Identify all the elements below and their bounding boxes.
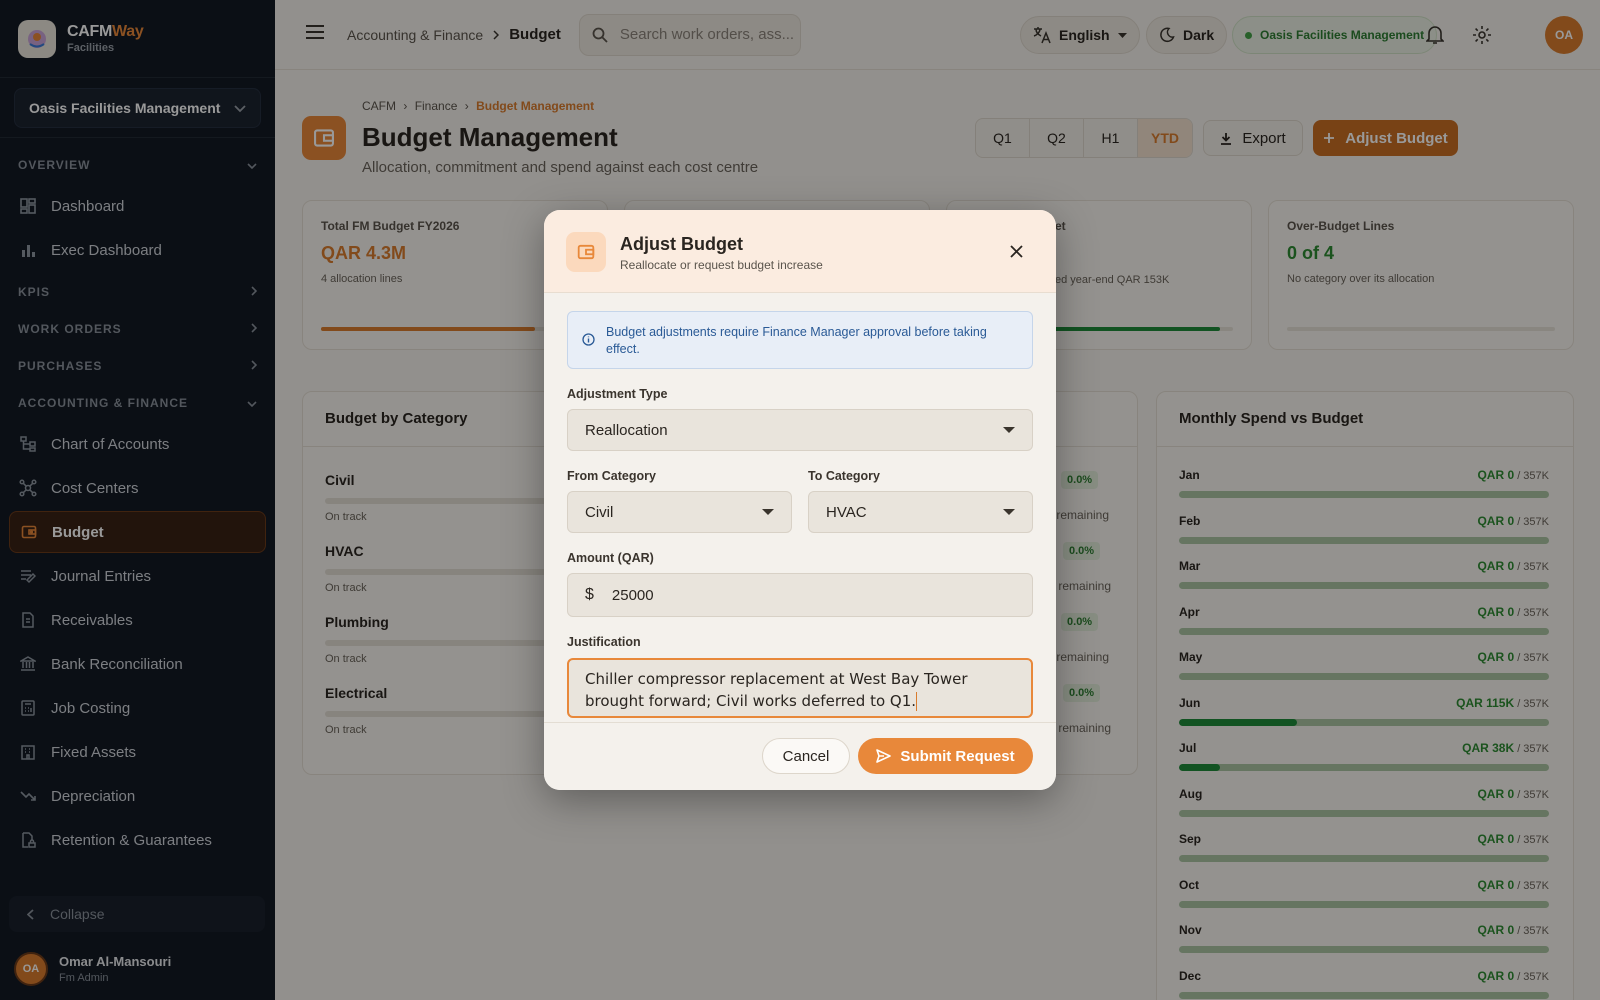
to-category-select[interactable]: HVAC: [808, 491, 1033, 533]
dialog-footer: Cancel Submit Request: [544, 722, 1056, 790]
close-icon[interactable]: [1006, 241, 1026, 261]
caret-down-icon: [762, 509, 774, 515]
adjust-budget-dialog: Adjust Budget Reallocate or request budg…: [544, 210, 1056, 790]
caret-down-icon: [1003, 427, 1015, 433]
submit-request-button[interactable]: Submit Request: [858, 738, 1033, 774]
approval-info-alert: Budget adjustments require Finance Manag…: [567, 311, 1033, 369]
wallet-icon: [566, 232, 606, 272]
from-category-select[interactable]: Civil: [567, 491, 792, 533]
justification-textarea[interactable]: Chiller compressor replacement at West B…: [567, 658, 1033, 718]
amount-label: Amount (QAR): [567, 551, 654, 565]
justification-label: Justification: [567, 635, 641, 649]
caret-down-icon: [1003, 509, 1015, 515]
text-cursor: [916, 692, 918, 711]
adjustment-type-select[interactable]: Reallocation: [567, 409, 1033, 451]
amount-input[interactable]: $ 25000: [567, 573, 1033, 617]
dollar-icon: $: [585, 586, 594, 603]
to-category-label: To Category: [808, 469, 880, 483]
dialog-subtitle: Reallocate or request budget increase: [620, 258, 823, 272]
cancel-button[interactable]: Cancel: [762, 738, 850, 774]
dialog-title: Adjust Budget: [620, 234, 743, 254]
info-icon: [582, 333, 595, 351]
from-category-label: From Category: [567, 469, 656, 483]
adjustment-type-label: Adjustment Type: [567, 387, 668, 401]
send-icon: [876, 749, 892, 763]
